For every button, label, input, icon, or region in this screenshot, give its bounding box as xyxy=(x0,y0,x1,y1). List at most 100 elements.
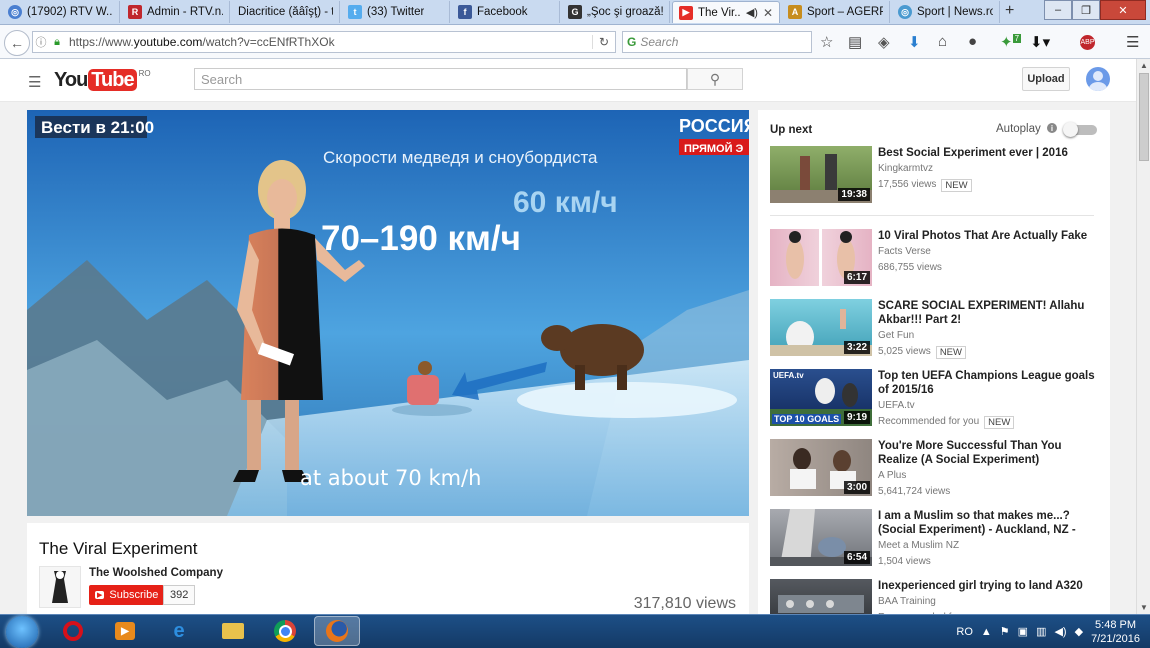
video-item-text[interactable]: SCARE SOCIAL EXPERIMENT! Allahu Akbar!!!… xyxy=(878,299,1100,359)
new-tab-button[interactable]: + xyxy=(1005,2,1014,20)
security-icon[interactable]: ◆ xyxy=(1075,625,1083,638)
minimize-icon[interactable]: – xyxy=(1044,0,1072,20)
maximize-icon[interactable]: ❐ xyxy=(1072,0,1100,20)
volume-icon[interactable]: ◀) xyxy=(1054,625,1066,638)
adblock-icon[interactable]: ABP xyxy=(1080,35,1095,50)
view-count: 317,810 views xyxy=(633,595,736,612)
start-button[interactable] xyxy=(6,616,38,648)
tab-facebook[interactable]: f Facebook xyxy=(452,1,560,23)
video-thumbnail[interactable]: UEFA.tv TOP 10 GOALS 9:19 xyxy=(770,369,872,426)
list-item[interactable]: 6:17 10 Viral Photos That Are Actually F… xyxy=(770,229,1100,287)
info-icon[interactable]: i xyxy=(1047,123,1057,133)
tab-diacritice[interactable]: Diacritice (ăâîşţ) - t... xyxy=(232,1,340,23)
video-player[interactable]: Вести в 21:00 РОССИЯ ПРЯМОЙ Э Скорости м… xyxy=(27,110,749,516)
chat-icon[interactable]: ● xyxy=(968,33,977,50)
list-item[interactable]: 19:38 Best Social Experiment ever | 2016… xyxy=(770,146,1100,204)
info-icon[interactable]: ⓘ xyxy=(33,34,49,50)
video-item-text[interactable]: You're More Successful Than You Realize … xyxy=(878,439,1100,499)
close-window-icon[interactable]: ✕ xyxy=(1100,0,1146,20)
list-item[interactable]: 3:22 SCARE SOCIAL EXPERIMENT! Allahu Akb… xyxy=(770,299,1100,359)
video-thumbnail[interactable]: 19:38 xyxy=(770,146,872,203)
video-thumbnail[interactable]: 6:17 xyxy=(770,229,872,286)
channel-avatar[interactable] xyxy=(39,566,81,608)
video-item-text[interactable]: I am a Muslim so that makes me...? (Soci… xyxy=(878,509,1100,569)
download-arrow-icon[interactable]: ⬇▾ xyxy=(1030,33,1050,51)
video-item-title: Top ten UEFA Champions League goals of 2… xyxy=(878,370,1095,396)
tab-rtv-w[interactable]: ◎ (17902) RTV W... xyxy=(2,1,120,23)
internet-explorer-icon[interactable]: e xyxy=(166,618,192,644)
up-next-heading: Up next xyxy=(770,124,813,136)
video-duration: 6:17 xyxy=(843,271,870,284)
reading-list-icon[interactable]: ▤ xyxy=(848,33,862,51)
device-icon[interactable]: ▣ xyxy=(1018,625,1028,638)
search-icon: ⚲ xyxy=(709,70,721,87)
home-icon[interactable]: ⌂ xyxy=(938,33,947,50)
agerpres-icon: A xyxy=(788,5,802,19)
reload-icon[interactable]: ↻ xyxy=(592,35,615,49)
subscriber-count: 392 xyxy=(163,585,196,605)
video-thumbnail[interactable]: 3:22 xyxy=(770,299,872,356)
browser-tab-bar: ◎ (17902) RTV W... R Admin - RTV.n... Di… xyxy=(0,0,1150,25)
language-indicator[interactable]: RO xyxy=(956,626,973,638)
search-input[interactable]: Search xyxy=(194,68,687,90)
video-thumbnail[interactable]: 3:00 xyxy=(770,439,872,496)
page-scrollbar[interactable]: ▲ ▼ xyxy=(1136,59,1150,614)
tab-soc-si-groaza[interactable]: G „Şoc şi groază!... xyxy=(562,1,670,23)
video-item-text[interactable]: Best Social Experiment ever | 2016 Kingk… xyxy=(878,146,1100,192)
video-item-meta: Recommended for you NEW xyxy=(878,415,1100,429)
channel-name[interactable]: The Woolshed Company xyxy=(89,567,223,579)
search-button[interactable]: ⚲ xyxy=(687,68,743,90)
tab-admin-rtv[interactable]: R Admin - RTV.n... xyxy=(122,1,230,23)
media-player-icon[interactable]: ▶ xyxy=(112,618,138,644)
list-item[interactable]: 6:54 I am a Muslim so that makes me...? … xyxy=(770,509,1100,567)
hamburger-menu-icon[interactable]: ☰ xyxy=(28,73,41,91)
firefox-icon[interactable] xyxy=(314,616,360,646)
video-item-title: Best Social Experiment ever | 2016 xyxy=(878,147,1068,159)
pocket-icon[interactable]: ◈ xyxy=(878,33,890,51)
opera-icon[interactable] xyxy=(60,618,86,644)
browser-search-field[interactable]: G Search xyxy=(622,31,812,53)
window-controls: – ❐ ✕ xyxy=(1044,0,1146,20)
address-bar[interactable]: ⓘ 🔒︎ https://www.youtube.com/watch?v=ccE… xyxy=(32,31,616,53)
tab-agerpres[interactable]: A Sport – AGERP... xyxy=(782,1,890,23)
network-icon[interactable]: ▥ xyxy=(1036,625,1046,638)
tab-the-viral-experiment[interactable]: ▶ The Vir... ◀) ✕ xyxy=(672,1,780,23)
youtube-logo[interactable]: You Tube RO xyxy=(54,69,151,91)
video-item-text[interactable]: 10 Viral Photos That Are Actually Fake F… xyxy=(878,229,1100,275)
video-item-channel: BAA Training xyxy=(878,596,936,607)
upload-button[interactable]: Upload xyxy=(1022,67,1070,91)
tab-twitter[interactable]: t (33) Twitter xyxy=(342,1,450,23)
rtv-icon: R xyxy=(128,5,142,19)
new-badge: NEW xyxy=(984,415,1015,429)
speaker-icon[interactable]: ◀) xyxy=(746,6,758,19)
scroll-up-icon[interactable]: ▲ xyxy=(1140,61,1148,70)
download-icon[interactable]: ⬇ xyxy=(908,33,921,51)
tab-news-ro[interactable]: ◎ Sport | News.ro xyxy=(892,1,1000,23)
video-title: The Viral Experiment xyxy=(39,539,198,558)
close-tab-icon[interactable]: ✕ xyxy=(763,6,773,20)
chrome-icon[interactable] xyxy=(272,618,298,644)
video-duration: 6:54 xyxy=(843,551,870,564)
autoplay-toggle[interactable] xyxy=(1063,122,1097,137)
search-engine-icon[interactable]: G xyxy=(627,35,636,49)
video-item-text[interactable]: Top ten UEFA Champions League goals of 2… xyxy=(878,369,1100,429)
scroll-down-icon[interactable]: ▼ xyxy=(1140,603,1148,612)
facebook-icon: f xyxy=(458,5,472,19)
extension-icon[interactable]: ✦ 7 xyxy=(1000,33,1022,51)
scrollbar-thumb[interactable] xyxy=(1139,73,1149,161)
flag-icon[interactable]: ⚑ xyxy=(1000,625,1010,638)
back-arrow-icon[interactable]: ← xyxy=(4,30,30,56)
avatar[interactable] xyxy=(1086,67,1110,91)
live-badge: ПРЯМОЙ Э xyxy=(684,142,744,155)
list-item[interactable]: UEFA.tv TOP 10 GOALS 9:19 Top ten UEFA C… xyxy=(770,369,1100,429)
file-explorer-icon[interactable] xyxy=(220,618,246,644)
video-thumbnail[interactable]: 6:54 xyxy=(770,509,872,566)
clock[interactable]: 5:48 PM 7/21/2016 xyxy=(1091,618,1140,646)
list-item[interactable]: 3:00 You're More Successful Than You Rea… xyxy=(770,439,1100,497)
globe-icon: ◎ xyxy=(8,5,22,19)
bookmark-star-icon[interactable]: ☆ xyxy=(820,33,833,51)
subscribe-button[interactable]: ▶ Subscribe xyxy=(89,585,165,605)
menu-icon[interactable]: ☰ xyxy=(1126,33,1139,51)
tray-expand-icon[interactable]: ▲ xyxy=(981,626,992,638)
twitter-icon: t xyxy=(348,5,362,19)
